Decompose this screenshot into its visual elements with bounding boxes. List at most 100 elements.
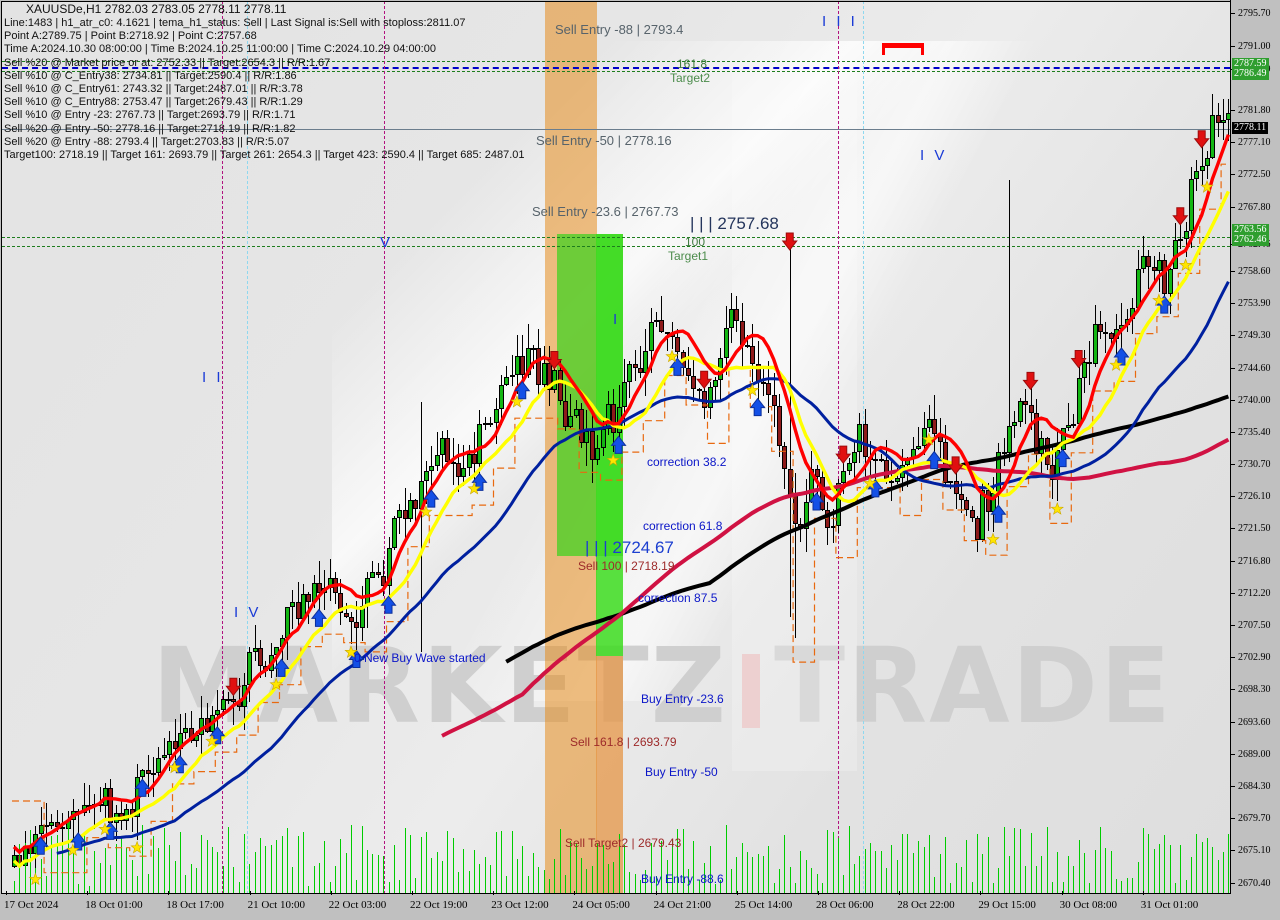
annotation-buy-entry-236: Buy Entry -23.6 <box>641 692 724 706</box>
info-line-3: Sell %20 @ Market price or at: 2752.33 |… <box>4 56 331 69</box>
price-tick: 2781.80 <box>1231 105 1280 117</box>
info-line-2: Time A:2024.10.30 08:00:00 | Time B:2024… <box>4 43 436 56</box>
current-price-label: 2778.11 <box>1232 122 1269 134</box>
price-tick: 2758.60 <box>1231 266 1280 278</box>
price-tick: 2675.10 <box>1231 845 1280 857</box>
price-tick: 2772.50 <box>1231 169 1280 181</box>
price-tick: 2795.70 <box>1231 8 1280 20</box>
price-tick: 2740.00 <box>1231 395 1280 407</box>
price-tick: 2730.70 <box>1231 459 1280 471</box>
price-tick: 2684.30 <box>1231 781 1280 793</box>
annotation-point-c-value: | | | 2757.68 <box>690 214 779 233</box>
time-tick-mark <box>412 891 413 895</box>
time-tick-label: 21 Oct 10:00 <box>247 899 306 911</box>
wave-label-wave-IV-left: I V <box>234 604 262 621</box>
annotation-correction-382: correction 38.2 <box>647 455 727 469</box>
wave-label-wave-I-mid: I <box>613 311 621 328</box>
time-tick-mark <box>330 891 332 895</box>
time-tick-mark <box>655 891 657 895</box>
price-tick: 2744.60 <box>1231 363 1280 375</box>
annotation-sell-100: Sell 100 | 2718.19 <box>578 559 675 573</box>
price-tick: 2712.20 <box>1231 588 1280 600</box>
time-tick-label: 17 Oct 2024 <box>4 899 59 911</box>
annotation-point-b-value: | | | 2724.67 <box>585 538 674 557</box>
price-tick: 2679.70 <box>1231 813 1280 825</box>
trading-chart-window[interactable]: MARKETZ TRADE Sell Entry -88 | 2793.4 16… <box>0 0 1280 920</box>
price-tick: 2693.60 <box>1231 717 1280 729</box>
annotation-buy-entry-50: Buy Entry -50 <box>645 765 718 779</box>
annotation-correction-618: correction 61.8 <box>643 519 723 533</box>
price-tick: 2716.80 <box>1231 556 1280 568</box>
wave-label-wave-V: V <box>380 234 394 251</box>
price-tick: 2698.30 <box>1231 684 1280 696</box>
annotation-target2: Target2 <box>670 71 711 85</box>
annotation-sell-1618: Sell 161.8 | 2693.79 <box>570 735 677 749</box>
upper-band-label-2: 2786.49 <box>1232 68 1269 80</box>
price-tick: 2670.40 <box>1231 878 1280 890</box>
time-tick-label: 29 Oct 15:00 <box>978 899 1036 911</box>
time-tick-label: 22 Oct 19:00 <box>410 899 468 911</box>
info-line-0: Line:1483 | h1_atr_c0: 4.1621 | tema_h1_… <box>4 17 466 29</box>
annotation-target1: Target1 <box>668 249 709 263</box>
time-tick-mark <box>249 891 251 895</box>
price-tick: 2689.00 <box>1231 749 1280 761</box>
time-tick-mark <box>818 891 819 895</box>
time-tick-label: 24 Oct 05:00 <box>572 899 630 911</box>
price-scale[interactable]: 2795.702791.002787.592781.802777.102772.… <box>1230 0 1280 894</box>
info-line-1: Point A:2789.75 | Point B:2718.92 | Poin… <box>4 30 257 43</box>
symbol-header: XAUUSDe,H1 2782.03 2783.05 2778.11 2778.… <box>26 2 287 16</box>
time-tick-mark <box>736 891 738 895</box>
price-tick: 2721.50 <box>1231 523 1280 535</box>
time-tick-label: 22 Oct 03:00 <box>328 899 387 911</box>
price-tick: 2707.50 <box>1231 620 1280 632</box>
price-tick: 2726.10 <box>1231 491 1280 503</box>
info-line-list: Line:1483 | h1_atr_c0: 4.1621 | tema_h1_… <box>4 17 525 162</box>
time-tick-label: 23 Oct 12:00 <box>491 899 549 911</box>
price-tick: 2702.90 <box>1231 652 1280 664</box>
wave-label-wave-III-right: I I I <box>822 13 858 30</box>
time-tick-mark <box>980 891 982 895</box>
info-line-6: Sell %10 @ C_Entry88: 2753.47 || Target:… <box>4 96 303 109</box>
time-tick-mark <box>1061 891 1063 895</box>
wave-label-wave-II-left: I I <box>202 369 224 386</box>
time-tick-mark <box>493 891 495 895</box>
time-tick-label: 28 Oct 06:00 <box>816 899 874 911</box>
info-line-5: Sell %10 @ C_Entry61: 2743.32 || Target:… <box>4 83 303 96</box>
time-tick-label: 18 Oct 17:00 <box>166 899 224 911</box>
time-scale[interactable]: 17 Oct 2024 18 Oct 01:00 18 Oct 17:00 21 Oc… <box>0 891 1280 920</box>
annotation-sell-target2: Sell Target2 | 2679.43 <box>565 836 682 850</box>
lower-band-label-2: 2762.46 <box>1232 234 1269 246</box>
price-tick: 2749.30 <box>1231 330 1280 342</box>
info-line-7: Sell %10 @ Entry -23: 2767.73 || Target:… <box>4 109 296 122</box>
info-line-9: Sell %20 @ Entry -88: 2793.4 || Target:2… <box>4 135 290 148</box>
info-line-8: Sell %20 @ Entry -50: 2778.16 || Target:… <box>4 122 296 135</box>
annotation-new-buy-wave: 0 New Buy Wave started <box>354 651 486 665</box>
annotation-correction-875: correction 87.5 <box>638 591 718 605</box>
price-tick: 2777.10 <box>1231 137 1280 149</box>
time-tick-mark <box>574 891 576 895</box>
info-line-4: Sell %10 @ C_Entry38: 2734.81 || Target:… <box>4 69 297 82</box>
time-tick-mark <box>168 891 170 895</box>
price-tick: 2767.80 <box>1231 202 1280 214</box>
time-tick-label: 30 Oct 08:00 <box>1059 899 1118 911</box>
time-tick-label: 18 Oct 01:00 <box>85 899 143 911</box>
annotation-target2-fib: 161.8 <box>677 57 708 71</box>
annotation-target1-fib: 100 <box>685 235 706 249</box>
wave-label-wave-IV-right: I V <box>920 147 948 164</box>
info-line-10: Target100: 2718.19 || Target 161: 2693.7… <box>4 149 525 162</box>
price-tick: 2753.90 <box>1231 298 1280 310</box>
price-tick: 2791.00 <box>1231 41 1280 53</box>
time-tick-mark <box>899 891 901 895</box>
time-tick-label: 25 Oct 14:00 <box>734 899 793 911</box>
time-tick-label: 28 Oct 22:00 <box>897 899 955 911</box>
time-tick-label: 24 Oct 21:00 <box>653 899 712 911</box>
indicator-info-panel: XAUUSDe,H1 2782.03 2783.05 2778.11 2778.… <box>4 2 525 162</box>
annotation-sell-entry-50: Sell Entry -50 | 2778.16 <box>536 133 672 148</box>
time-tick-mark <box>87 891 89 895</box>
time-tick-mark <box>1142 891 1144 895</box>
annotation-sell-entry-88: Sell Entry -88 | 2793.4 <box>555 22 684 37</box>
time-tick-mark <box>6 891 7 895</box>
price-tick: 2735.40 <box>1231 427 1280 439</box>
time-tick-label: 31 Oct 01:00 <box>1140 899 1199 911</box>
annotation-buy-entry-886: Buy Entry -88.6 <box>641 872 724 886</box>
